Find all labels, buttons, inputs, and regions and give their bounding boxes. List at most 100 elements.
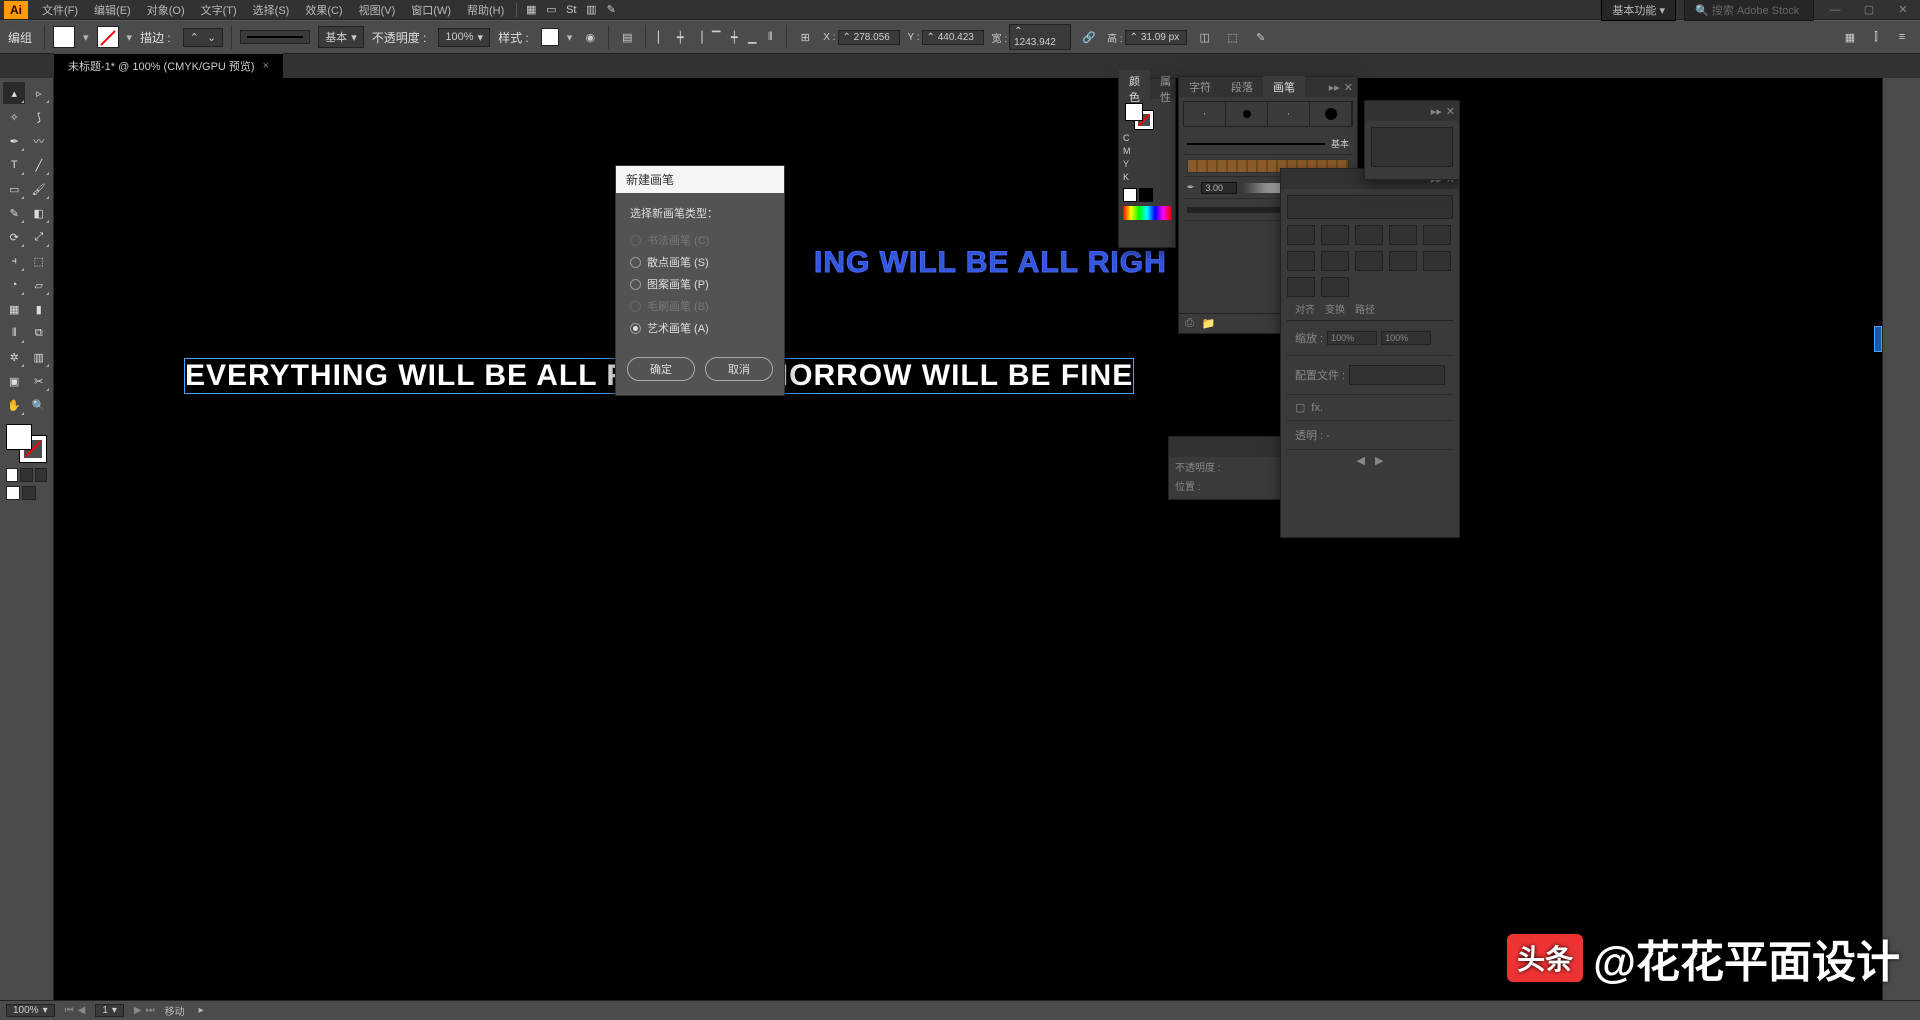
search-stock-input[interactable]: 🔍 搜索 Adobe Stock: [1684, 0, 1814, 21]
style-swatch[interactable]: [541, 28, 559, 46]
transform-panel[interactable]: ▸▸✕ 对齐 变换 路径 缩放 : 配置文件 : ▢fx. 透明 : - ◀▶: [1280, 168, 1460, 538]
prev-icon[interactable]: ◀: [1357, 454, 1365, 467]
last-icon[interactable]: ⏭: [146, 1005, 155, 1016]
rotate-tool[interactable]: ⟳: [3, 226, 25, 248]
preset-dot[interactable]: ·: [1184, 102, 1226, 126]
menu-window[interactable]: 窗口(W): [403, 0, 459, 20]
tab-close-icon[interactable]: ×: [263, 60, 269, 72]
edit-icon[interactable]: ✎: [1251, 27, 1271, 47]
first-icon[interactable]: ⏮: [65, 1005, 74, 1016]
hand-tool[interactable]: ✋: [3, 394, 25, 416]
shape-btn[interactable]: [1321, 225, 1349, 245]
shape-btn[interactable]: [1423, 251, 1451, 271]
blend-tool[interactable]: ⧉: [28, 322, 50, 344]
layout-icon[interactable]: ▥: [581, 0, 601, 20]
next-icon[interactable]: ▶: [134, 1005, 142, 1016]
menu-effect[interactable]: 效果(C): [297, 0, 350, 20]
panel-menu-icon[interactable]: ≡: [1892, 27, 1912, 47]
opacity-input[interactable]: 100% ▾: [438, 28, 490, 47]
pen-tool[interactable]: ✒: [3, 130, 25, 152]
align-right-icon[interactable]: ▕: [690, 27, 706, 47]
perspective-tool[interactable]: ▱: [28, 274, 50, 296]
canvas[interactable]: ING WILL BE ALL RIGH EVERYTHING WILL BE …: [54, 78, 1882, 1000]
arrange-icon[interactable]: ▭: [541, 0, 561, 20]
menu-file[interactable]: 文件(F): [34, 0, 86, 20]
free-transform-tool[interactable]: ⬚: [28, 250, 50, 272]
zoom-dropdown[interactable]: 100% ▾: [6, 1004, 55, 1017]
brush-preview[interactable]: [240, 30, 310, 44]
minimize-icon[interactable]: —: [1822, 2, 1848, 18]
panel-toggle2-icon[interactable]: ⫿: [1866, 27, 1886, 47]
shape-btn[interactable]: [1287, 225, 1315, 245]
preset-small[interactable]: [1226, 102, 1268, 126]
collapse-icon[interactable]: ▸▸: [1329, 81, 1340, 94]
workspace-switcher[interactable]: 基本功能 ▾: [1601, 0, 1676, 21]
fill-swatch[interactable]: [53, 26, 75, 48]
artboard-nav[interactable]: 1 ▾: [95, 1004, 124, 1017]
lasso-tool[interactable]: ⟆: [28, 106, 50, 128]
graph-tool[interactable]: ▥: [28, 346, 50, 368]
selection-tool[interactable]: ▴: [3, 82, 25, 104]
shape-btn[interactable]: [1389, 225, 1417, 245]
scale-tool[interactable]: ⤢: [28, 226, 50, 248]
color-mode-gradient[interactable]: [20, 468, 32, 482]
artboard-tool[interactable]: ▣: [3, 370, 25, 392]
maximize-icon[interactable]: ▢: [1856, 2, 1882, 18]
scale-x-input[interactable]: [1327, 331, 1377, 345]
slice-tool[interactable]: ✂: [28, 370, 50, 392]
color-mode-none[interactable]: [35, 468, 47, 482]
brush-dropdown[interactable]: 基本 ▾: [318, 26, 364, 48]
tf-tab-align[interactable]: 对齐: [1295, 301, 1315, 316]
preset-med[interactable]: ·: [1268, 102, 1310, 126]
shape-btn[interactable]: [1321, 277, 1349, 297]
shape-btn[interactable]: [1287, 251, 1315, 271]
shape-btn[interactable]: [1423, 225, 1451, 245]
radio-pattern[interactable]: 图案画笔 (P): [630, 273, 770, 295]
w-input[interactable]: ⌃ 1243.942: [1009, 24, 1071, 50]
white-swatch[interactable]: [1123, 188, 1137, 202]
scale-y-input[interactable]: [1381, 331, 1431, 345]
menu-select[interactable]: 选择(S): [245, 0, 298, 20]
align-hcenter-icon[interactable]: ┿: [672, 27, 688, 47]
type-tool[interactable]: T: [3, 154, 25, 176]
menu-object[interactable]: 对象(O): [139, 0, 193, 20]
panel-toggle-icon[interactable]: ▦: [1840, 27, 1860, 47]
sync-icon[interactable]: ✎: [601, 0, 621, 20]
h-input[interactable]: ⌃ 31.09 px: [1125, 30, 1187, 45]
menu-view[interactable]: 视图(V): [351, 0, 404, 20]
spectrum-picker[interactable]: [1123, 206, 1171, 220]
cancel-button[interactable]: 取消: [705, 357, 773, 381]
line-tool[interactable]: ╱: [28, 154, 50, 176]
layer-icon[interactable]: ▢: [1295, 401, 1305, 414]
menu-edit[interactable]: 编辑(E): [86, 0, 139, 20]
transform-dropdown[interactable]: [1287, 195, 1453, 219]
black-swatch[interactable]: [1139, 188, 1153, 202]
shape-mode-icon[interactable]: ◫: [1195, 27, 1215, 47]
tab-brush[interactable]: 画笔: [1263, 76, 1305, 98]
gradient-tool[interactable]: ▮: [28, 298, 50, 320]
panel-close-icon[interactable]: ✕: [1344, 81, 1353, 94]
profile-dd[interactable]: [1349, 365, 1445, 385]
ok-button[interactable]: 确定: [627, 357, 695, 381]
panel-close-icon[interactable]: ✕: [1446, 105, 1455, 118]
distribute-icon[interactable]: ⫴: [762, 27, 778, 47]
shape-btn[interactable]: [1321, 251, 1349, 271]
tf-tab-path[interactable]: 路径: [1355, 301, 1375, 316]
radio-scatter[interactable]: 散点画笔 (S): [630, 251, 770, 273]
next-icon[interactable]: ▶: [1375, 454, 1383, 467]
rectangle-tool[interactable]: ▭: [3, 178, 25, 200]
panel-fill-swatch[interactable]: [1125, 103, 1143, 121]
bridge-icon[interactable]: ▦: [521, 0, 541, 20]
stock-icon[interactable]: St: [561, 0, 581, 20]
collapse-icon[interactable]: ▸▸: [1431, 105, 1442, 118]
chevron-down-icon[interactable]: ▾: [127, 31, 133, 44]
brush-tool[interactable]: 🖌: [28, 178, 50, 200]
width-tool[interactable]: ⫞: [3, 250, 25, 272]
radio-art[interactable]: 艺术画笔 (A): [630, 317, 770, 339]
status-menu-icon[interactable]: ▸: [199, 1005, 204, 1016]
tab-para[interactable]: 段落: [1221, 76, 1263, 98]
color-mode-solid[interactable]: [6, 468, 18, 482]
screen-mode-normal[interactable]: [6, 486, 20, 500]
right-dock[interactable]: [1882, 78, 1920, 1000]
prev-icon[interactable]: ◀: [78, 1005, 86, 1016]
